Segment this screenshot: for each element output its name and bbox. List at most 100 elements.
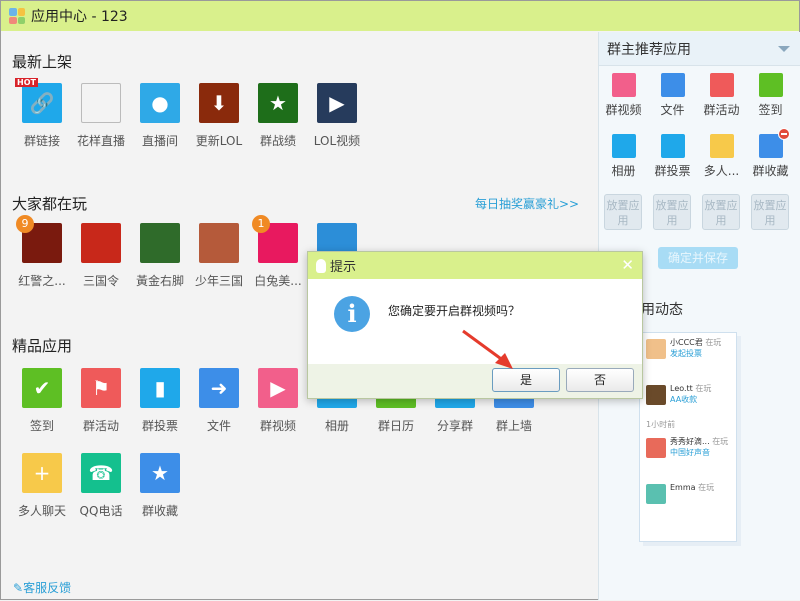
qq-penguin-icon: [316, 259, 326, 273]
recommended-app-2[interactable]: 群活动: [697, 73, 746, 118]
feed-action: 发起投票: [670, 348, 736, 359]
recommended-app-4[interactable]: 相册: [599, 134, 648, 179]
recommended-app-icon: [612, 73, 636, 97]
app-label: 群视频: [599, 101, 648, 118]
app-game-1[interactable]: 三国令: [72, 223, 130, 289]
app-bar-chart-2[interactable]: ▮群投票: [131, 368, 189, 434]
app-bookmark-11[interactable]: ★群收藏: [131, 453, 189, 519]
confirm-save-button[interactable]: 确定并保存: [658, 247, 738, 269]
app-label: 签到: [746, 101, 795, 118]
flag-icon: ⚑: [81, 368, 121, 408]
folder-icon: ➜: [199, 368, 239, 408]
recommended-app-1[interactable]: 文件: [648, 73, 697, 118]
recommended-app-0[interactable]: 群视频: [599, 73, 648, 118]
recommended-app-5[interactable]: 群投票: [648, 134, 697, 179]
app-checkin-0[interactable]: ✔签到: [13, 368, 71, 434]
app-label: 多人...: [697, 162, 746, 179]
blank-icon: [81, 83, 121, 123]
phone-icon: ☎: [81, 453, 121, 493]
recommended-header[interactable]: 群主推荐应用: [599, 32, 800, 66]
recommended-app-icon: [759, 73, 783, 97]
dropdown-caret-icon[interactable]: [778, 46, 790, 58]
app-play-5[interactable]: ▶ LOL视频: [308, 83, 366, 149]
app-link-0[interactable]: 🔗HOT群链接: [13, 83, 71, 149]
daily-lottery-link[interactable]: 每日抽奖赢豪礼>>: [475, 195, 579, 212]
avatar: [646, 438, 666, 458]
app-game-4[interactable]: 1白兔美...: [249, 223, 307, 289]
feed-user: Leo.tt: [670, 384, 693, 393]
info-icon: i: [334, 296, 370, 332]
app-label: 多人聊天: [13, 502, 71, 519]
activity-feed: 小CCC君 在玩发起投票Leo.tt 在玩AA收款1小时前秀秀好滴... 在玩中…: [639, 332, 737, 542]
empty-app-slot[interactable]: 放置应用: [604, 194, 642, 230]
feedback-link[interactable]: ✎客服反馈: [13, 579, 71, 596]
no-button[interactable]: 否: [566, 368, 634, 392]
feed-user: 秀秀好滴...: [670, 437, 710, 446]
video-icon: ▶: [258, 368, 298, 408]
app-folder-3[interactable]: ➜文件: [190, 368, 248, 434]
feed-item[interactable]: Leo.tt 在玩AA收款: [640, 379, 736, 425]
app-label: 少年三国: [190, 272, 248, 289]
recommended-app-3[interactable]: 签到: [746, 73, 795, 118]
recommended-app-7[interactable]: 群收藏: [746, 134, 795, 179]
app-download-arrow-3[interactable]: ⬇ 更新LOL: [190, 83, 248, 149]
recommended-app-icon: [612, 134, 636, 158]
avatar: [646, 484, 666, 504]
app-phone-10[interactable]: ☎QQ电话: [72, 453, 130, 519]
remove-icon[interactable]: [778, 128, 790, 140]
empty-app-slot[interactable]: 放置应用: [702, 194, 740, 230]
link-icon: 🔗HOT: [22, 83, 62, 123]
app-label: LOL视频: [308, 132, 366, 149]
app-label: 群收藏: [746, 162, 795, 179]
section-title-popular: 大家都在玩: [12, 193, 87, 214]
app-label: 群活动: [697, 101, 746, 118]
play-icon: ▶: [317, 83, 357, 123]
recommended-app-icon: [710, 73, 734, 97]
feed-user: 小CCC君: [670, 338, 703, 347]
game-icon: 9: [22, 223, 62, 263]
app-label: 群视频: [249, 417, 307, 434]
app-flag-1[interactable]: ⚑群活动: [72, 368, 130, 434]
notification-badge: 1: [252, 215, 270, 233]
window-title: 应用中心 - 123: [31, 6, 128, 26]
app-game-0[interactable]: 9红警之...: [13, 223, 71, 289]
feed-item[interactable]: 小CCC君 在玩发起投票: [640, 333, 736, 379]
app-logo-icon: [9, 8, 25, 24]
app-video-4[interactable]: ▶ 群视频: [249, 368, 307, 434]
recommended-app-6[interactable]: 多人...: [697, 134, 746, 179]
app-chat-plus-9[interactable]: +多人聊天: [13, 453, 71, 519]
yes-button[interactable]: 是: [492, 368, 560, 392]
download-arrow-icon: ⬇: [199, 83, 239, 123]
bear-icon: ●: [140, 83, 180, 123]
app-bear-2[interactable]: ●直播间: [131, 83, 189, 149]
trophy-icon: ★: [258, 83, 298, 123]
feed-action: 中国好声音: [670, 447, 736, 458]
app-center-window: 应用中心 - 123 最新上架 🔗HOT群链接花样直播●直播间⬇更新LOL★群战…: [0, 0, 800, 600]
hot-badge: HOT: [15, 78, 38, 87]
app-trophy-4[interactable]: ★群战绩: [249, 83, 307, 149]
bookmark-icon: ★: [140, 453, 180, 493]
feed-action: AA收款: [670, 394, 736, 405]
app-label: 群投票: [131, 417, 189, 434]
app-label: 文件: [648, 101, 697, 118]
confirm-dialog: 提示✕ i 您确定要开启群视频吗？ 是 否: [307, 251, 643, 399]
app-game-2[interactable]: 黃金右脚: [131, 223, 189, 289]
checkin-icon: ✔: [22, 368, 62, 408]
game-icon: [140, 223, 180, 263]
empty-app-slot[interactable]: 放置应用: [751, 194, 789, 230]
feed-item[interactable]: Emma 在玩: [640, 478, 736, 524]
avatar: [646, 385, 666, 405]
app-label: 相册: [308, 417, 366, 434]
feed-item[interactable]: 秀秀好滴... 在玩中国好声音: [640, 432, 736, 478]
recommended-app-icon: [759, 134, 783, 158]
pencil-icon: ✎: [13, 581, 23, 595]
app-label: 更新LOL: [190, 132, 248, 149]
close-icon[interactable]: ✕: [621, 256, 634, 274]
empty-app-slot[interactable]: 放置应用: [653, 194, 691, 230]
app-blank-1[interactable]: 花样直播: [72, 83, 130, 149]
app-label: 群上墙: [485, 417, 543, 434]
dialog-footer: 是 否: [308, 364, 642, 398]
app-game-3[interactable]: 少年三国: [190, 223, 248, 289]
feed-user: Emma: [670, 483, 696, 492]
app-label: 分享群: [426, 417, 484, 434]
